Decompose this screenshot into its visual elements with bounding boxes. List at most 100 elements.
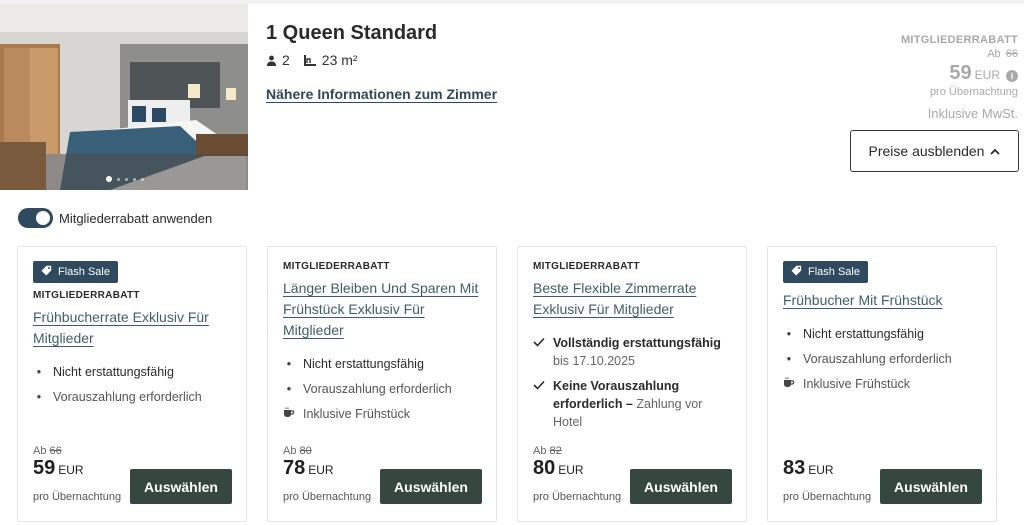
price-summary: MITGLIEDERRABATT Ab 66 59 EUR i pro Über… <box>901 34 1018 121</box>
room-photo <box>0 4 248 190</box>
select-rate-button[interactable]: Auswählen <box>880 469 982 504</box>
old-price: 66 <box>1005 48 1018 60</box>
price-currency: EUR <box>58 463 84 477</box>
select-rate-button[interactable]: Auswählen <box>130 469 232 504</box>
rate-price: 80 EUR <box>533 457 584 480</box>
from-label: Ab <box>33 445 47 457</box>
feature-text: Nicht erstattungsfähig <box>53 365 174 379</box>
rate-title-link[interactable]: Frühbucherrate Exklusiv Für Mitglieder <box>33 307 232 349</box>
rate-price: 59 EUR <box>33 457 84 480</box>
price-value: 80 <box>533 457 556 479</box>
feature-item: Vollständig erstattungsfähig bis 17.10.2… <box>533 334 732 370</box>
flash-sale-badge: Flash Sale <box>33 261 118 283</box>
old-price: 80 <box>299 445 312 457</box>
bullet-icon: • <box>286 357 292 371</box>
badge-label: Flash Sale <box>808 266 860 278</box>
rate-price-block: 83 EUR pro Übernachtung Auswählen <box>783 445 982 507</box>
person-icon <box>267 55 276 66</box>
price-from: Ab 66 <box>33 445 62 457</box>
room-size-info: 23 m² <box>303 52 358 68</box>
from-label: Ab <box>283 445 297 457</box>
select-rate-button[interactable]: Auswählen <box>630 469 732 504</box>
check-icon <box>533 377 545 431</box>
member-discount-label: MITGLIEDERRABATT <box>900 34 1018 46</box>
bullet-icon: • <box>786 327 792 341</box>
bullet-icon: • <box>36 390 42 404</box>
select-rate-button[interactable]: Auswählen <box>380 469 482 504</box>
guests-info: 2 <box>266 52 290 68</box>
feature-detail: bis 17.10.2025 <box>553 354 636 368</box>
tag-icon <box>791 265 802 279</box>
price-value: 59 <box>949 62 972 84</box>
price-from: Ab 80 <box>283 445 312 457</box>
bullet-icon: • <box>36 365 42 379</box>
rate-price: 83 EUR <box>783 457 834 480</box>
feature-item: • Vorauszahlung erforderlich <box>783 350 982 368</box>
hide-prices-button[interactable]: Preise ausblenden <box>850 130 1019 172</box>
price-currency: EUR <box>308 463 334 477</box>
carousel-dot[interactable] <box>106 176 112 182</box>
bullet-icon: • <box>286 382 292 396</box>
carousel-dot[interactable] <box>133 177 136 181</box>
badge-label: Flash Sale <box>58 266 110 278</box>
member-discount-toggle[interactable] <box>18 208 53 228</box>
feature-text: Inklusive Frühstück <box>303 407 410 421</box>
rate-price-block: Ab 80 78 EUR pro Übernachtung Auswählen <box>283 445 482 507</box>
rate-price-block: Ab 82 80 EUR pro Übernachtung Auswählen <box>533 445 732 507</box>
feature-item: • Vorauszahlung erforderlich <box>33 388 232 406</box>
member-toggle-label: Mitgliederrabatt anwenden <box>59 210 213 226</box>
price-value: 59 <box>33 457 56 479</box>
rate-card: Flash Sale Frühbucher Mit Frühstück • Nicht… <box>767 246 997 522</box>
rate-features: • Nicht erstattungsfähig • Vorauszahlung er… <box>783 325 982 393</box>
rate-features: • Nicht erstattungsfähig • Vorauszahlung er… <box>283 355 482 423</box>
feature-item: Keine Vorauszahlung erforderlich – Zahlu… <box>533 377 732 431</box>
per-night-label: pro Übernachtung <box>783 491 872 503</box>
room-size: 23 m² <box>321 52 358 68</box>
per-night-label: pro Übernachtung <box>929 86 1018 98</box>
price-from: Ab 66 <box>901 48 1018 60</box>
feature-text: Vorauszahlung erforderlich <box>303 382 452 396</box>
rate-card: Flash Sale MITGLIEDERRABATT Frühbucherrate… <box>17 246 247 522</box>
room-details-link[interactable]: Nähere Informationen zum Zimmer <box>266 86 497 102</box>
feature-text: Inklusive Frühstück <box>803 377 910 391</box>
per-night-label: pro Übernachtung <box>533 491 622 503</box>
price-currency: EUR <box>558 463 584 477</box>
hide-prices-label: Preise ausblenden <box>868 143 985 159</box>
rate-price: 78 EUR <box>283 457 334 480</box>
room-image-carousel[interactable] <box>0 4 248 190</box>
vat-label: Inklusive MwSt. <box>927 106 1018 121</box>
check-icon <box>533 334 545 370</box>
price-from: Ab 82 <box>533 445 562 457</box>
member-toggle-row: Mitgliederrabatt anwenden <box>18 208 212 228</box>
rate-title-link[interactable]: Länger Bleiben Und Sparen Mit Frühstück … <box>283 278 482 341</box>
feature-title: Vollständig erstattungsfähig <box>553 336 721 350</box>
coffee-icon <box>283 405 295 423</box>
feature-text: Nicht erstattungsfähig <box>303 357 424 371</box>
bullet-icon: • <box>786 352 792 366</box>
rate-features: • Nicht erstattungsfähig • Vorauszahlung er… <box>33 363 232 406</box>
price-currency: EUR <box>808 463 834 477</box>
feature-text: Vorauszahlung erforderlich <box>803 352 952 366</box>
feature-item: • Nicht erstattungsfähig <box>33 363 232 381</box>
from-label: Ab <box>987 48 1001 60</box>
carousel-dot[interactable] <box>117 177 120 181</box>
carousel-dot[interactable] <box>141 177 144 181</box>
per-night-label: pro Übernachtung <box>283 491 372 503</box>
old-price: 66 <box>49 445 62 457</box>
feature-item: • Nicht erstattungsfähig <box>783 325 982 343</box>
feature-text: Nicht erstattungsfähig <box>803 327 924 341</box>
rate-title-link[interactable]: Beste Flexible Zimmerrate Exklusiv Für M… <box>533 278 732 320</box>
member-discount-label: MITGLIEDERRABATT <box>33 290 140 301</box>
feature-item: Inklusive Frühstück <box>783 375 982 393</box>
feature-item: • Vorauszahlung erforderlich <box>283 380 482 398</box>
coffee-icon <box>783 375 795 393</box>
member-discount-label: MITGLIEDERRABATT <box>283 261 390 272</box>
price-value: 78 <box>283 457 306 479</box>
rate-card: MITGLIEDERRABATT Länger Bleiben Und Spare… <box>267 246 497 522</box>
info-icon[interactable]: i <box>1006 70 1018 82</box>
carousel-dot[interactable] <box>125 177 128 181</box>
rate-card: MITGLIEDERRABATT Beste Flexible Zimmerrat… <box>517 246 747 522</box>
room-meta: 2 23 m² <box>266 52 372 68</box>
from-label: Ab <box>533 445 547 457</box>
rate-title-link[interactable]: Frühbucher Mit Frühstück <box>783 290 982 311</box>
